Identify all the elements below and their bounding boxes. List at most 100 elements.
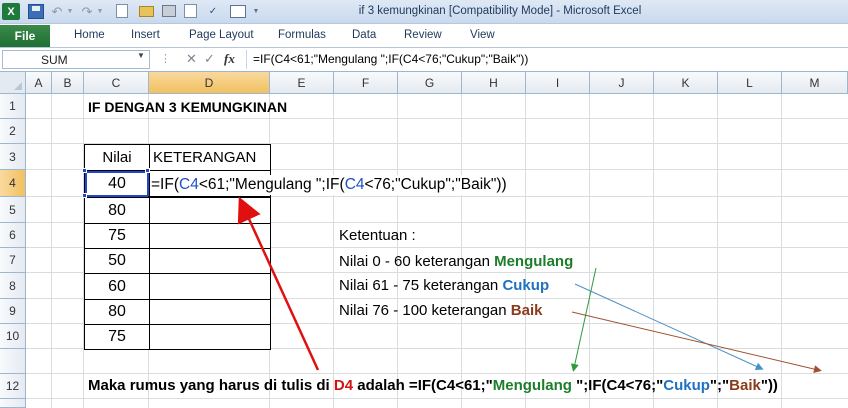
row-header-8[interactable]: 8	[0, 273, 26, 299]
table-cell-keterangan[interactable]	[149, 273, 271, 300]
row-header-13	[0, 399, 26, 408]
row-header-9[interactable]: 9	[0, 299, 26, 324]
title-bar: X ↶ ▼ ↷ ▼ ✓ ▼ if 3 kemungkinan [Compatib…	[0, 0, 848, 24]
table-cell-keterangan[interactable]	[149, 299, 271, 325]
gridline	[717, 94, 718, 408]
gridline	[589, 94, 590, 408]
table-cell-nilai[interactable]: 60	[84, 273, 150, 300]
rule-line-1[interactable]: Nilai 0 - 60 keterangan Mengulang	[339, 252, 573, 272]
caption-formula[interactable]: Maka rumus yang harus di tulis di D4 ada…	[88, 376, 778, 396]
rules-heading[interactable]: Ketentuan :	[339, 226, 416, 246]
redo-dropdown-icon[interactable]: ▼	[96, 3, 104, 20]
column-header-h[interactable]: H	[462, 72, 526, 94]
print-preview-icon[interactable]	[184, 4, 197, 18]
column-header-g[interactable]: G	[398, 72, 462, 94]
row-header-2[interactable]: 2	[0, 119, 26, 144]
excel-logo-icon[interactable]: X	[2, 3, 20, 20]
sheet-title[interactable]: IF DENGAN 3 KEMUNGKINAN	[88, 97, 287, 117]
name-box-dropdown-icon[interactable]: ▼	[137, 51, 145, 60]
active-cell-underline	[148, 196, 270, 198]
undo-icon[interactable]: ↶	[50, 3, 64, 20]
row-header-4[interactable]: 4	[0, 170, 26, 197]
column-header-l[interactable]: L	[718, 72, 782, 94]
row-header-12[interactable]: 12	[0, 374, 26, 399]
caption-text: adalah =IF(C4<61;"	[353, 377, 493, 394]
column-header-f[interactable]: F	[334, 72, 398, 94]
rule-line-2[interactable]: Nilai 61 - 75 keterangan Cukup	[339, 276, 549, 296]
spelling-icon[interactable]: ✓	[206, 3, 220, 20]
gridline	[26, 373, 848, 374]
tab-view[interactable]: View	[470, 29, 495, 41]
arrow-cukup	[574, 283, 764, 370]
worksheet-grid[interactable]: A B C D E F G H I J K L M 1 2 3 4 5 6 7 …	[0, 72, 848, 408]
header-keterangan[interactable]: KETERANGAN	[149, 144, 271, 171]
customize-icon[interactable]: ▼	[252, 3, 260, 20]
formula-input[interactable]: =IF(C4<61;"Mengulang ";IF(C4<76;"Cukup";…	[246, 50, 848, 69]
tab-home[interactable]: Home	[74, 29, 105, 41]
cancel-icon[interactable]: ✕	[186, 51, 197, 67]
column-header-k[interactable]: K	[654, 72, 718, 94]
name-box[interactable]: SUM	[2, 50, 150, 69]
row-header-1[interactable]: 1	[0, 94, 26, 119]
insert-function-icon[interactable]: fx	[224, 51, 235, 67]
file-tab[interactable]: File	[0, 25, 50, 47]
reference-handle[interactable]	[82, 168, 87, 173]
tab-review[interactable]: Review	[404, 29, 442, 41]
save-icon[interactable]	[28, 4, 44, 19]
table-cell-nilai[interactable]: 75	[84, 223, 150, 249]
table-cell-nilai[interactable]: 75	[84, 324, 150, 350]
open-icon[interactable]	[139, 6, 154, 17]
gridline	[51, 94, 52, 408]
gridline	[781, 94, 782, 408]
row-header-3[interactable]: 3	[0, 144, 26, 170]
column-header-b[interactable]: B	[52, 72, 84, 94]
table-cell-nilai[interactable]: 50	[84, 248, 150, 274]
row-header-10[interactable]: 10	[0, 324, 26, 349]
table-cell-keterangan[interactable]	[149, 248, 271, 274]
column-header-c[interactable]: C	[84, 72, 149, 94]
gridline	[26, 118, 848, 119]
edit-text: <61;"Mengulang ";IF(	[198, 176, 345, 193]
splitter-icon[interactable]: ⋮	[160, 52, 171, 65]
column-header-e[interactable]: E	[270, 72, 334, 94]
tab-formulas[interactable]: Formulas	[278, 29, 326, 41]
redo-icon[interactable]: ↷	[80, 3, 94, 20]
table-cell-nilai[interactable]: 80	[84, 299, 150, 325]
caption-text: "))	[760, 377, 778, 394]
undo-dropdown-icon[interactable]: ▼	[66, 3, 74, 20]
reference-handle[interactable]	[145, 168, 150, 173]
table-cell-nilai[interactable]: 80	[84, 197, 150, 224]
table-cell-keterangan[interactable]	[149, 223, 271, 249]
column-header-m[interactable]: M	[782, 72, 848, 94]
print-icon[interactable]	[162, 5, 176, 17]
caption-word-mengulang: Mengulang	[492, 377, 577, 394]
select-all-corner[interactable]	[0, 72, 26, 94]
rule-line-3[interactable]: Nilai 76 - 100 keterangan Baik	[339, 301, 542, 321]
header-nilai[interactable]: Nilai	[84, 144, 150, 171]
rule-text: Nilai 76 - 100 keterangan	[339, 302, 511, 319]
tab-data[interactable]: Data	[352, 29, 376, 41]
row-header-7[interactable]: 7	[0, 248, 26, 273]
edit-reference: C4	[344, 176, 365, 193]
column-header-i[interactable]: I	[526, 72, 590, 94]
table-cell-keterangan[interactable]	[149, 197, 271, 224]
column-header-d[interactable]: D	[149, 72, 270, 94]
row-header-5[interactable]: 5	[0, 197, 26, 223]
tab-page-layout[interactable]: Page Layout	[189, 29, 254, 41]
page-layout-icon[interactable]	[230, 5, 246, 18]
enter-icon[interactable]: ✓	[204, 51, 215, 67]
row-header-6[interactable]: 6	[0, 223, 26, 248]
column-header-j[interactable]: J	[590, 72, 654, 94]
gridline	[653, 94, 654, 408]
gridline	[525, 94, 526, 408]
rule-word-cukup: Cukup	[502, 277, 550, 294]
column-header-a[interactable]: A	[26, 72, 52, 94]
tab-insert[interactable]: Insert	[131, 29, 160, 41]
reference-handle[interactable]	[82, 193, 87, 198]
cell-d4-editing[interactable]: =IF(C4<61;"Mengulang ";IF(C4<76;"Cukup";…	[151, 175, 507, 195]
table-cell-keterangan[interactable]	[149, 324, 271, 350]
edit-reference: C4	[179, 176, 199, 193]
new-icon[interactable]	[116, 4, 128, 18]
rule-text: Nilai 61 - 75 keterangan	[339, 277, 503, 294]
caption-cell-ref: D4	[333, 377, 354, 394]
